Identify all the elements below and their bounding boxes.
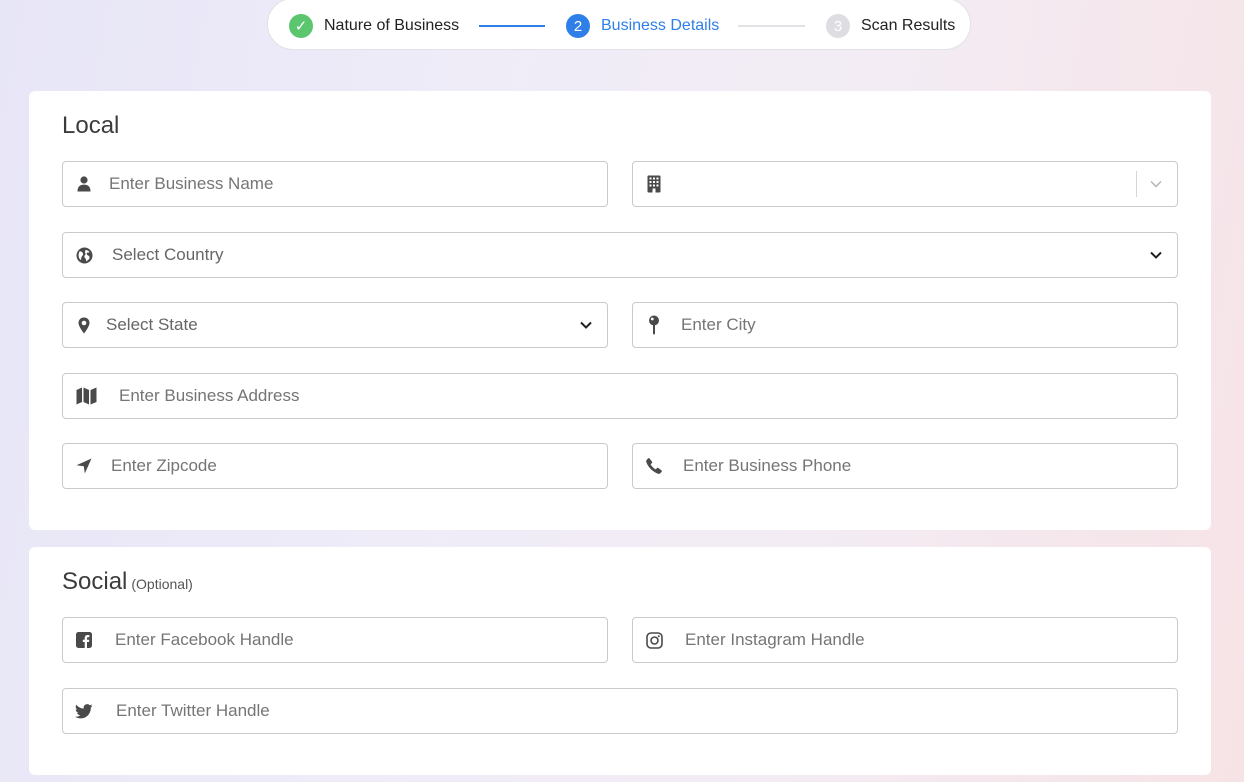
instagram-handle-field[interactable] xyxy=(632,617,1178,663)
social-section-title: Social (Optional) xyxy=(62,568,193,596)
map-pin-icon xyxy=(645,315,663,335)
map-marker-icon xyxy=(75,316,93,334)
user-icon xyxy=(75,175,93,193)
business-name-field[interactable] xyxy=(62,161,608,207)
local-card: Local Select Country Select State xyxy=(29,91,1211,530)
zipcode-input[interactable] xyxy=(111,444,607,488)
building-icon xyxy=(645,175,663,193)
social-title-text: Social xyxy=(62,568,128,595)
facebook-handle-input[interactable] xyxy=(115,618,607,662)
chevron-down-icon[interactable] xyxy=(579,318,593,332)
local-section-title: Local xyxy=(62,112,120,139)
globe-icon xyxy=(75,246,93,264)
check-icon: ✓ xyxy=(289,14,313,38)
step-number: 3 xyxy=(826,14,850,38)
step-label: Business Details xyxy=(601,17,720,34)
city-field[interactable] xyxy=(632,302,1178,348)
step-connector xyxy=(738,25,805,27)
location-arrow-icon xyxy=(75,457,93,475)
optional-label: (Optional) xyxy=(131,576,193,592)
twitter-handle-input[interactable] xyxy=(116,689,1177,733)
step-business-details[interactable]: 2 Business Details xyxy=(566,13,719,39)
step-connector xyxy=(479,25,545,27)
business-address-field[interactable] xyxy=(62,373,1178,419)
business-type-select[interactable] xyxy=(632,161,1178,207)
instagram-handle-input[interactable] xyxy=(685,618,1177,662)
business-address-input[interactable] xyxy=(119,374,1177,418)
chevron-down-icon[interactable] xyxy=(1149,248,1163,262)
progress-stepper: ✓ Nature of Business 2 Business Details … xyxy=(267,0,971,50)
zipcode-field[interactable] xyxy=(62,443,608,489)
social-card: Social (Optional) xyxy=(29,547,1211,775)
step-number: 2 xyxy=(566,14,590,38)
facebook-icon xyxy=(75,631,93,649)
step-nature-of-business[interactable]: ✓ Nature of Business xyxy=(289,13,459,39)
step-label: Scan Results xyxy=(861,17,956,34)
business-phone-field[interactable] xyxy=(632,443,1178,489)
business-phone-input[interactable] xyxy=(683,444,1177,488)
facebook-handle-field[interactable] xyxy=(62,617,608,663)
twitter-handle-field[interactable] xyxy=(62,688,1178,734)
chevron-down-icon[interactable] xyxy=(1149,177,1163,191)
state-select[interactable]: Select State xyxy=(62,302,608,348)
step-scan-results[interactable]: 3 Scan Results xyxy=(826,13,955,39)
select-divider xyxy=(1136,171,1137,197)
country-placeholder: Select Country xyxy=(112,245,224,264)
phone-icon xyxy=(645,457,663,475)
business-name-input[interactable] xyxy=(109,162,607,206)
country-select[interactable]: Select Country xyxy=(62,232,1178,278)
state-placeholder: Select State xyxy=(106,315,198,334)
city-input[interactable] xyxy=(681,303,1177,347)
map-icon xyxy=(75,387,97,405)
step-label: Nature of Business xyxy=(324,17,460,34)
instagram-icon xyxy=(645,631,663,649)
twitter-icon xyxy=(75,702,93,720)
